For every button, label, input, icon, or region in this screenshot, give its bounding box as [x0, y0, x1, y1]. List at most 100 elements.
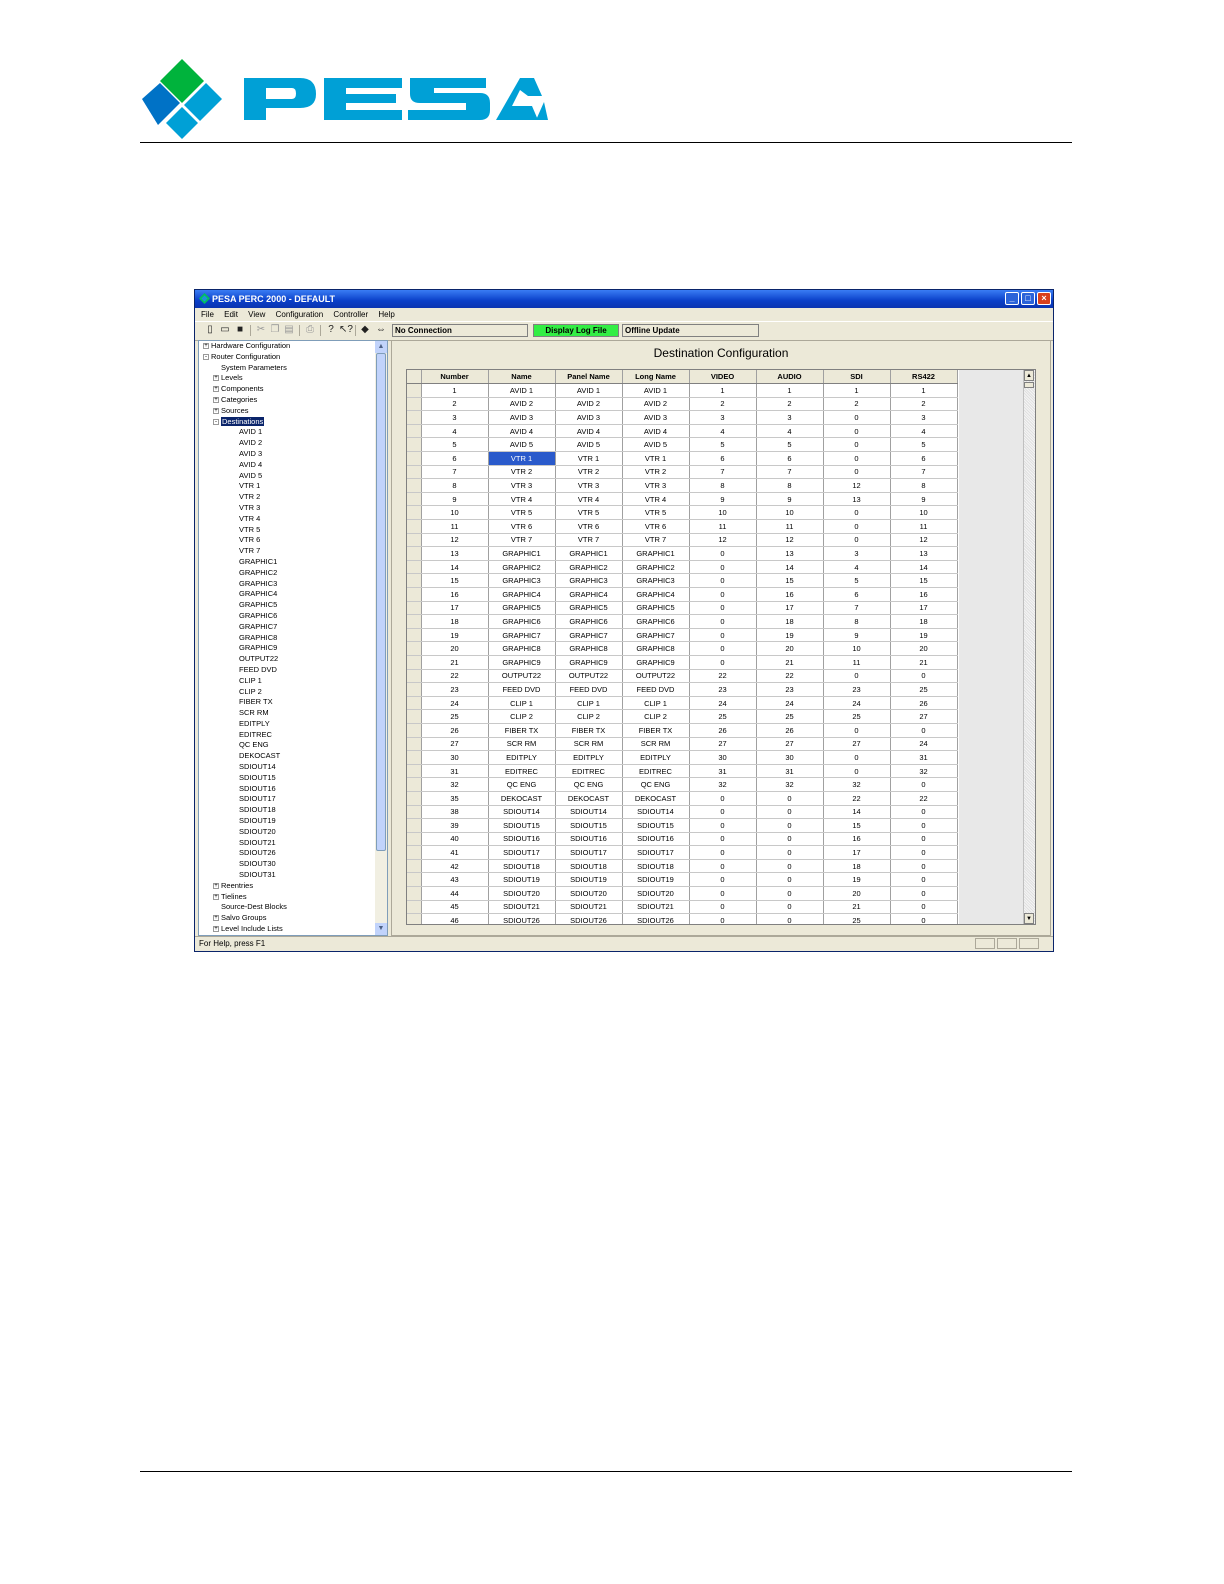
- table-cell[interactable]: 0: [756, 818, 824, 833]
- table-cell[interactable]: 2: [689, 397, 757, 412]
- tree-node[interactable]: + Reentries: [199, 881, 375, 892]
- table-cell[interactable]: GRAPHIC5: [488, 601, 556, 616]
- table-cell[interactable]: SDIOUT21: [622, 900, 690, 915]
- tree-node[interactable]: EDITREC: [199, 730, 375, 741]
- table-cell[interactable]: AVID 2: [555, 397, 623, 412]
- table-cell[interactable]: 3: [823, 546, 891, 561]
- table-cell[interactable]: VTR 3: [622, 478, 690, 493]
- table-cell[interactable]: SDIOUT14: [488, 805, 556, 820]
- table-cell[interactable]: 0: [689, 601, 757, 616]
- table-cell[interactable]: 10: [890, 505, 958, 521]
- table-row[interactable]: 11 VTR 6 VTR 6 VTR 6 11 11 0 11: [407, 519, 958, 534]
- table-cell[interactable]: 0: [756, 805, 824, 820]
- row-header[interactable]: [407, 913, 422, 924]
- table-cell[interactable]: 20: [421, 641, 489, 656]
- table-cell[interactable]: AVID 1: [622, 383, 690, 398]
- table-cell[interactable]: 4: [823, 560, 891, 575]
- tree-node[interactable]: FIBER TX: [199, 697, 375, 708]
- table-cell[interactable]: VTR 5: [488, 505, 556, 521]
- table-cell[interactable]: 0: [823, 750, 891, 765]
- row-header[interactable]: [407, 655, 422, 670]
- table-cell[interactable]: 0: [756, 913, 824, 924]
- table-cell[interactable]: 22: [823, 791, 891, 806]
- table-cell[interactable]: 15: [890, 573, 958, 588]
- table-cell[interactable]: 0: [890, 859, 958, 874]
- table-cell[interactable]: 35: [421, 791, 489, 806]
- table-cell[interactable]: SDIOUT26: [488, 913, 556, 924]
- table-row[interactable]: 7 VTR 2 VTR 2 VTR 27707: [407, 465, 958, 480]
- row-header[interactable]: [407, 737, 422, 752]
- table-cell[interactable]: 8: [689, 478, 757, 493]
- table-cell[interactable]: 27: [421, 737, 489, 752]
- row-header[interactable]: [407, 764, 422, 779]
- table-cell[interactable]: 13: [823, 492, 891, 507]
- table-cell[interactable]: AVID 5: [488, 437, 556, 453]
- table-row[interactable]: 40 SDIOUT16 SDIOUT16 SDIOUT16 0 0 16 0: [407, 832, 958, 847]
- table-cell[interactable]: 0: [689, 859, 757, 874]
- row-header[interactable]: [407, 818, 422, 833]
- disconnect-icon[interactable]: ⇔: [375, 324, 387, 336]
- row-header[interactable]: [407, 519, 422, 534]
- table-cell[interactable]: 0: [890, 886, 958, 901]
- table-cell[interactable]: VTR 4: [488, 492, 556, 507]
- table-cell[interactable]: VTR 2: [488, 465, 556, 480]
- tree-node[interactable]: SDIOUT15: [199, 773, 375, 784]
- column-header[interactable]: Panel Name: [555, 370, 623, 385]
- row-header[interactable]: [407, 777, 422, 792]
- table-cell[interactable]: GRAPHIC3: [555, 573, 623, 588]
- table-cell[interactable]: GRAPHIC9: [488, 655, 556, 670]
- table-cell[interactable]: 24: [689, 696, 757, 711]
- table-row[interactable]: 38 SDIOUT14 SDIOUT14 SDIOUT14 0 0 14 0: [407, 805, 958, 820]
- table-cell[interactable]: SDIOUT19: [622, 872, 690, 888]
- table-cell[interactable]: 11: [689, 519, 757, 534]
- table-row[interactable]: 8 VTR 3 VTR 3 VTR 3 8 8 12 8: [407, 478, 958, 493]
- table-cell[interactable]: 27: [689, 737, 757, 752]
- table-row[interactable]: 23 FEED DVD FEED DVD FEED DVD 23 23 23 25: [407, 682, 958, 697]
- table-cell[interactable]: 18: [823, 859, 891, 874]
- table-cell[interactable]: 0: [823, 519, 891, 534]
- table-cell[interactable]: FIBER TX: [622, 723, 690, 738]
- table-cell[interactable]: 44: [421, 886, 489, 901]
- maximize-icon[interactable]: □: [1021, 292, 1035, 305]
- table-row[interactable]: 3 AVID 3 AVID 3 AVID 33303: [407, 410, 958, 425]
- table-cell[interactable]: GRAPHIC8: [488, 641, 556, 656]
- tree-node[interactable]: SDIOUT21: [199, 838, 375, 849]
- table-cell[interactable]: 0: [689, 587, 757, 602]
- tree-node[interactable]: GRAPHIC7: [199, 622, 375, 633]
- table-cell[interactable]: 26: [421, 723, 489, 738]
- table-cell[interactable]: VTR 7: [488, 533, 556, 548]
- table-cell[interactable]: SDIOUT15: [555, 818, 623, 833]
- table-cell[interactable]: EDITREC: [622, 764, 690, 779]
- tree-node[interactable]: - Destinations: [199, 416, 375, 428]
- table-cell[interactable]: GRAPHIC9: [622, 655, 690, 670]
- tree-node[interactable]: GRAPHIC3: [199, 579, 375, 590]
- table-cell[interactable]: EDITREC: [488, 764, 556, 779]
- table-cell[interactable]: AVID 3: [555, 410, 623, 425]
- table-cell[interactable]: 9: [756, 492, 824, 507]
- table-cell[interactable]: 0: [689, 641, 757, 656]
- expand-icon[interactable]: +: [213, 926, 219, 933]
- table-cell[interactable]: 0: [689, 560, 757, 575]
- table-cell[interactable]: 20: [890, 641, 958, 656]
- expand-icon[interactable]: +: [213, 407, 219, 414]
- table-row[interactable]: 30 EDITPLY EDITPLY EDITPLY 30 30 0 31: [407, 750, 958, 765]
- table-cell[interactable]: 8: [756, 478, 824, 493]
- table-row[interactable]: 26 FIBER TX FIBER TX FIBER TX 26 26 0 0: [407, 723, 958, 738]
- expand-icon[interactable]: +: [213, 375, 219, 382]
- table-cell[interactable]: GRAPHIC4: [488, 587, 556, 602]
- table-cell[interactable]: GRAPHIC6: [555, 614, 623, 629]
- table-cell[interactable]: 14: [823, 805, 891, 820]
- grid-scroll-up-icon[interactable]: ▲: [1024, 370, 1034, 381]
- row-header[interactable]: [407, 641, 422, 656]
- table-cell[interactable]: 5: [890, 437, 958, 453]
- table-row[interactable]: 10 VTR 5 VTR 5 VTR 5 10 10 0 10: [407, 505, 958, 521]
- row-header[interactable]: [407, 601, 422, 616]
- tree-node[interactable]: SDIOUT19: [199, 816, 375, 827]
- row-header[interactable]: [407, 478, 422, 493]
- table-cell[interactable]: QC ENG: [488, 777, 556, 792]
- table-cell[interactable]: 23: [421, 682, 489, 697]
- grid-scroll-down-icon[interactable]: ▼: [1024, 913, 1034, 924]
- table-cell[interactable]: SDIOUT26: [622, 913, 690, 924]
- table-cell[interactable]: GRAPHIC6: [488, 614, 556, 629]
- tree-node[interactable]: GRAPHIC9: [199, 643, 375, 654]
